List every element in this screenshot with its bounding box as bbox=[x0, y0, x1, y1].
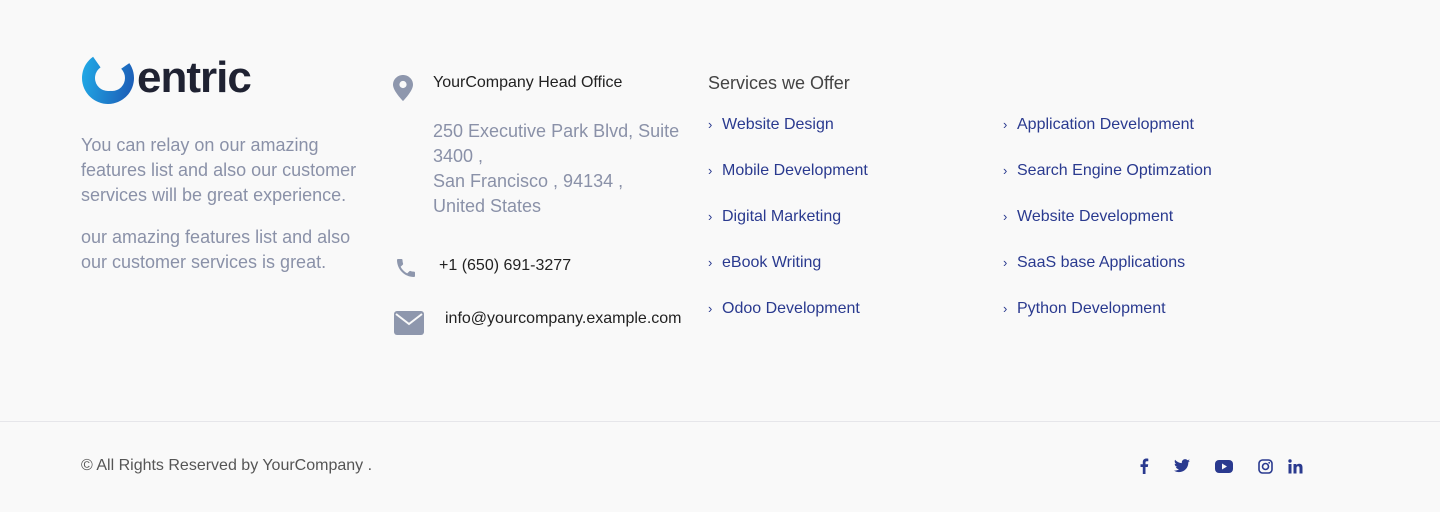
logo-c-icon bbox=[82, 56, 134, 104]
service-link[interactable]: › Digital Marketing bbox=[708, 207, 841, 227]
service-link[interactable]: › Website Design bbox=[708, 115, 834, 135]
service-label: Odoo Development bbox=[722, 300, 860, 317]
address-line: 250 Executive Park Blvd, Suite bbox=[433, 121, 680, 141]
chevron-right-icon: › bbox=[708, 117, 713, 132]
service-link[interactable]: › SaaS base Applications bbox=[1003, 253, 1185, 273]
email-link[interactable]: info@yourcompany.example.com bbox=[445, 308, 682, 330]
service-link[interactable]: › Mobile Development bbox=[708, 161, 868, 181]
phone-number[interactable]: +1 (650) 691-3277 bbox=[439, 255, 571, 277]
copyright-text: © All Rights Reserved by YourCompany . bbox=[81, 457, 373, 474]
footer-divider bbox=[0, 421, 1440, 422]
service-link[interactable]: › Search Engine Optimzation bbox=[1003, 161, 1212, 181]
service-link[interactable]: › Odoo Development bbox=[708, 299, 860, 319]
linkedin-icon[interactable] bbox=[1284, 456, 1306, 476]
chevron-right-icon: › bbox=[1003, 117, 1008, 132]
about-paragraph-1: You can relay on our amazing features li… bbox=[81, 135, 357, 205]
chevron-right-icon: › bbox=[1003, 301, 1008, 316]
chevron-right-icon: › bbox=[708, 209, 713, 224]
service-link[interactable]: › Python Development bbox=[1003, 299, 1166, 319]
address-line: 3400 , bbox=[433, 146, 484, 166]
youtube-icon[interactable] bbox=[1213, 456, 1235, 476]
address-line: San Francisco , 94134 , bbox=[433, 171, 624, 191]
brand-name: entric bbox=[137, 53, 252, 102]
phone-icon bbox=[397, 259, 415, 277]
service-label: Search Engine Optimzation bbox=[1017, 162, 1212, 179]
services-title: Services we Offer bbox=[708, 73, 850, 93]
chevron-right-icon: › bbox=[708, 301, 713, 316]
service-link[interactable]: › Website Development bbox=[1003, 207, 1173, 227]
service-label: Digital Marketing bbox=[722, 208, 842, 225]
service-label: Website Development bbox=[1017, 208, 1174, 225]
instagram-icon[interactable] bbox=[1254, 456, 1276, 476]
envelope-icon bbox=[394, 311, 424, 335]
brand-logo[interactable]: entric bbox=[81, 50, 252, 106]
service-link[interactable]: › eBook Writing bbox=[708, 253, 821, 273]
service-label: Website Design bbox=[722, 116, 834, 133]
service-label: Mobile Development bbox=[722, 162, 868, 179]
office-title: YourCompany Head Office bbox=[433, 74, 623, 91]
chevron-right-icon: › bbox=[708, 255, 713, 270]
chevron-right-icon: › bbox=[1003, 209, 1008, 224]
facebook-icon[interactable] bbox=[1133, 456, 1155, 476]
service-link[interactable]: › Application Development bbox=[1003, 115, 1194, 135]
service-label: eBook Writing bbox=[722, 254, 822, 271]
service-label: Application Development bbox=[1017, 116, 1194, 133]
service-label: SaaS base Applications bbox=[1017, 254, 1186, 271]
service-label: Python Development bbox=[1017, 300, 1166, 317]
chevron-right-icon: › bbox=[1003, 255, 1008, 270]
chevron-right-icon: › bbox=[708, 163, 713, 178]
address-line: United States bbox=[433, 196, 542, 216]
twitter-icon[interactable] bbox=[1171, 456, 1193, 476]
map-pin-icon bbox=[393, 75, 413, 101]
about-paragraph-2: our amazing features list and also our c… bbox=[81, 227, 351, 272]
chevron-right-icon: › bbox=[1003, 163, 1008, 178]
office-address: 250 Executive Park Blvd, Suite 3400 , Sa… bbox=[433, 119, 693, 219]
